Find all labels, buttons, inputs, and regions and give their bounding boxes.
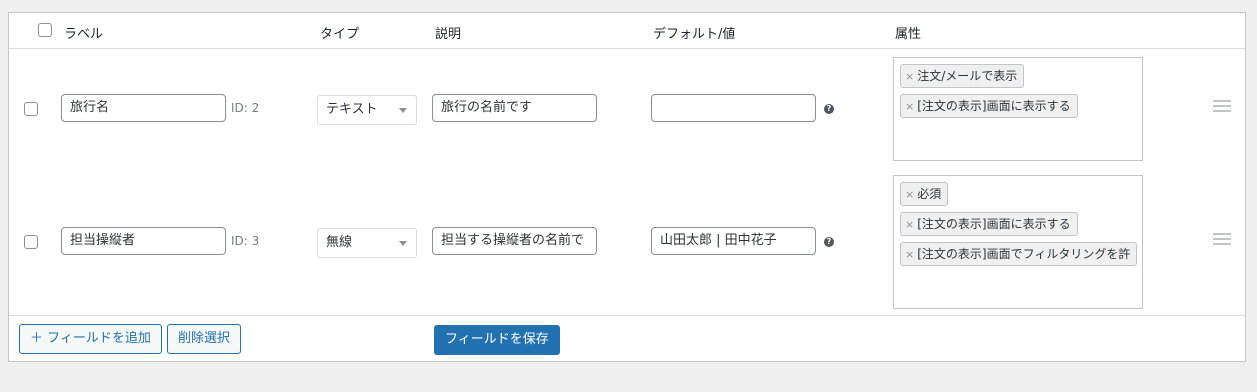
delete-selected-button[interactable]: 削除選択 [167, 324, 242, 354]
save-fields-button[interactable]: フィールドを保存 [434, 325, 560, 355]
column-header-default-value: デフォルト/値 [653, 27, 736, 42]
attribute-tag-label: 注文/メールで表示 [917, 69, 1018, 83]
remove-icon[interactable]: × [905, 248, 914, 261]
row-checkbox[interactable] [24, 235, 38, 249]
attributes-box[interactable]: × 注文/メールで表示 × [注文の表示]画面に表示する [893, 57, 1143, 161]
label-input[interactable]: 担当操縦者 [61, 227, 226, 255]
remove-icon[interactable]: × [905, 188, 914, 201]
remove-icon[interactable]: × [905, 100, 914, 113]
attribute-tag: × [注文の表示]画面に表示する [900, 212, 1078, 236]
column-header-type: タイプ [320, 27, 360, 42]
chevron-down-icon [399, 108, 407, 113]
remove-icon[interactable]: × [905, 218, 914, 231]
attribute-tag: × [注文の表示]画面でフィルタリングを許 [900, 242, 1138, 266]
attribute-tag-label: [注文の表示]画面に表示する [917, 217, 1071, 231]
attributes-box[interactable]: × 必須 × [注文の表示]画面に表示する × [注文の表示]画面でフィルタリングを許 [893, 175, 1143, 309]
default-value-input[interactable] [651, 94, 816, 122]
description-input[interactable]: 旅行の名前です [432, 94, 597, 122]
field-id: ID: 2 [231, 101, 260, 115]
chevron-down-icon [399, 241, 407, 246]
description-input[interactable]: 担当する操縦者の名前で [432, 227, 597, 255]
type-select-value: テキスト [326, 102, 378, 117]
attribute-tag: × [注文の表示]画面に表示する [900, 94, 1078, 118]
attribute-tag: × 注文/メールで表示 [900, 64, 1025, 88]
attribute-tag-label: [注文の表示]画面でフィルタリングを許 [917, 247, 1131, 261]
help-icon[interactable]: ? [824, 104, 834, 114]
type-select-value: 無線 [326, 235, 353, 250]
column-header-attributes: 属性 [895, 27, 922, 42]
footer-divider [9, 315, 1245, 316]
fields-panel: ラベル タイプ 説明 デフォルト/値 属性 旅行名 ID: 2 テキスト 旅行の… [8, 12, 1246, 362]
column-header-label: ラベル [64, 27, 104, 42]
table-row: 担当操縦者 ID: 3 無線 担当する操縦者の名前で 山田太郎 | 田中花子 ?… [9, 169, 1245, 309]
row-checkbox[interactable] [24, 102, 38, 116]
type-select[interactable]: テキスト [317, 95, 417, 125]
column-header-description: 説明 [435, 27, 462, 42]
attribute-tag-label: 必須 [917, 187, 942, 201]
drag-handle-icon[interactable] [1213, 100, 1231, 112]
default-value-input[interactable]: 山田太郎 | 田中花子 [651, 227, 816, 255]
help-icon[interactable]: ? [824, 237, 834, 247]
attribute-tag: × 必須 [900, 182, 949, 206]
select-all-checkbox[interactable] [38, 23, 52, 37]
add-field-button[interactable]: ＋ フィールドを追加 [19, 324, 162, 354]
type-select[interactable]: 無線 [317, 228, 417, 258]
remove-icon[interactable]: × [905, 70, 914, 83]
label-input[interactable]: 旅行名 [61, 94, 226, 122]
table-row: 旅行名 ID: 2 テキスト 旅行の名前です ? × 注文/メールで表示 × [注文… [9, 49, 1245, 169]
field-id: ID: 3 [231, 234, 260, 248]
attribute-tag-label: [注文の表示]画面に表示する [917, 99, 1071, 113]
drag-handle-icon[interactable] [1213, 233, 1231, 245]
